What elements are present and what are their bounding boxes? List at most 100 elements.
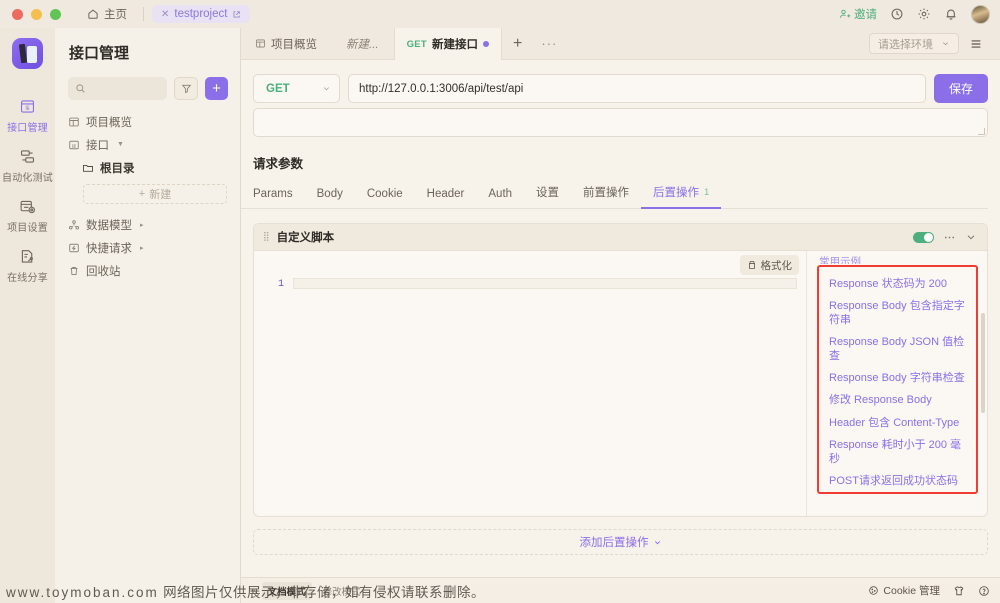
tree-item-quick-request[interactable]: 快捷请求 ▸: [55, 236, 240, 259]
snippet-item[interactable]: Response Body JSON 值检查: [819, 331, 976, 367]
sidebar-item-automation-test[interactable]: 自动化测试: [0, 141, 55, 191]
avatar[interactable]: [971, 4, 990, 24]
add-button[interactable]: +: [205, 77, 228, 100]
app-logo: [12, 38, 43, 69]
titlebar-actions: 邀请: [839, 0, 990, 28]
tab-cookie[interactable]: Cookie: [355, 184, 415, 209]
tab-new-draft[interactable]: 新建...: [332, 28, 394, 59]
cookie-manage-label: Cookie 管理: [883, 585, 940, 597]
sidebar-toolbar: +: [55, 63, 240, 100]
icon-rail: 接 接口管理 自动化测试 项目设置 在线分享: [0, 28, 55, 603]
snippet-item[interactable]: Header 包含 Content-Type: [819, 412, 976, 434]
home-tab[interactable]: 主页: [79, 3, 135, 25]
menu-button[interactable]: [959, 37, 991, 51]
project-tab-label: testproject: [174, 8, 228, 20]
method-select[interactable]: GET: [253, 74, 340, 103]
snippet-list: Response 状态码为 200 Response Body 包含指定字符串 …: [817, 265, 978, 494]
home-tab-label: 主页: [104, 9, 127, 21]
sidebar-panel: 接口管理 + 项目概览 接 接口 ▼ 根目录 + 新建 数据模型 ▸ 快捷请求 …: [55, 28, 241, 603]
edit-mode-button[interactable]: 修改模式: [317, 582, 367, 600]
tree-item-trash[interactable]: 回收站: [55, 259, 240, 282]
maximize-window-button[interactable]: [50, 8, 61, 20]
help-icon[interactable]: [978, 585, 990, 597]
overview-icon: [255, 38, 266, 49]
editor-toolbar: 格式化: [254, 251, 806, 275]
tree-item-label: 回收站: [86, 265, 121, 278]
tree-item-data-model[interactable]: 数据模型 ▸: [55, 213, 240, 236]
tab-label: 新建...: [346, 38, 379, 51]
environment-select[interactable]: 请选择环境: [869, 33, 959, 54]
tab-params[interactable]: Params: [253, 184, 305, 209]
tab-pre-operation[interactable]: 前置操作: [571, 180, 641, 209]
tab-label: 新建接口: [432, 39, 479, 51]
tab-body[interactable]: Body: [305, 184, 355, 209]
unsaved-indicator-icon: [483, 41, 490, 47]
window-controls[interactable]: [0, 8, 61, 20]
project-settings-icon: [19, 198, 36, 215]
snippet-scrollbar[interactable]: [981, 313, 985, 413]
filter-button[interactable]: [174, 77, 198, 100]
tab-new-interface[interactable]: GET 新建接口: [393, 28, 503, 60]
url-input[interactable]: http://127.0.0.1:3006/api/test/api: [348, 74, 926, 103]
snippet-item[interactable]: Response Body 字符串检查: [819, 367, 976, 389]
snippet-item[interactable]: Response Body 包含指定字符串: [819, 295, 976, 331]
tab-header[interactable]: Header: [415, 184, 477, 209]
add-post-operation-button[interactable]: 添加后置操作: [253, 529, 988, 555]
chevron-right-icon[interactable]: ▸: [140, 244, 144, 252]
tab-settings[interactable]: 设置: [524, 180, 571, 209]
tree-item-label: 接口: [86, 139, 109, 152]
snippet-item[interactable]: Response Body XML 转 JSON: [819, 492, 976, 493]
sidebar-item-api-manage[interactable]: 接 接口管理: [0, 91, 55, 141]
doc-mode-button[interactable]: 文档模式: [261, 581, 312, 600]
tab-badge: 1: [704, 186, 710, 198]
tree-item-label: 项目概览: [86, 116, 132, 129]
sidebar-item-project-settings[interactable]: 项目设置: [0, 191, 55, 241]
gear-icon[interactable]: [917, 7, 931, 21]
new-item-button[interactable]: + 新建: [83, 184, 227, 204]
editor-tabstrip: 项目概览 新建... GET 新建接口 + ··· 请选择环境: [241, 28, 1000, 60]
project-tab[interactable]: ✕ testproject: [152, 5, 251, 23]
cookie-icon: [868, 585, 879, 596]
snippet-item[interactable]: Response 耗时小于 200 毫秒: [819, 434, 976, 470]
search-input[interactable]: [68, 77, 167, 100]
script-editor[interactable]: 格式化 1: [254, 251, 807, 516]
snippet-item[interactable]: 修改 Response Body: [819, 389, 976, 411]
tree-item-overview[interactable]: 项目概览: [55, 110, 240, 133]
snippet-panel: 常用示例 Response 状态码为 200 Response Body 包含指…: [807, 251, 987, 516]
cookie-manage-button[interactable]: Cookie 管理: [868, 583, 940, 598]
sidebar-item-online-share[interactable]: 在线分享: [0, 241, 55, 291]
tab-more-button[interactable]: ···: [533, 28, 565, 59]
minimize-window-button[interactable]: [31, 8, 42, 20]
chevron-down-icon[interactable]: ▼: [117, 141, 124, 148]
format-label: 格式化: [760, 259, 793, 272]
snippet-item[interactable]: POST请求返回成功状态码: [819, 470, 976, 492]
close-window-button[interactable]: [12, 8, 23, 20]
save-button[interactable]: 保存: [934, 74, 988, 103]
trash-icon: [68, 265, 80, 277]
new-tab-button[interactable]: +: [502, 28, 533, 59]
shirt-icon[interactable]: [953, 585, 965, 597]
close-icon[interactable]: ✕: [161, 9, 169, 20]
invite-button[interactable]: 邀请: [839, 6, 877, 22]
format-button[interactable]: 格式化: [739, 255, 799, 275]
tree-item-root-folder[interactable]: 根目录: [55, 156, 240, 179]
enable-toggle[interactable]: [913, 231, 934, 243]
snippet-item[interactable]: Response 状态码为 200: [819, 273, 976, 295]
collapse-panel-icon[interactable]: «: [251, 585, 257, 596]
bell-icon[interactable]: [944, 7, 958, 21]
request-description-input[interactable]: [253, 108, 988, 137]
sync-icon[interactable]: [890, 7, 904, 21]
drag-handle-icon[interactable]: ⣿: [263, 232, 270, 241]
tab-label: 前置操作: [583, 187, 630, 199]
collapse-icon[interactable]: [965, 231, 977, 243]
tab-auth[interactable]: Auth: [476, 184, 524, 209]
tab-post-operation[interactable]: 后置操作 1: [641, 180, 722, 209]
code-input-area[interactable]: [293, 278, 797, 289]
chevron-right-icon[interactable]: ▸: [140, 221, 144, 229]
online-share-icon: [19, 248, 36, 265]
more-options-icon[interactable]: [943, 231, 956, 244]
tab-project-overview[interactable]: 项目概览: [241, 28, 332, 59]
tree-item-interface[interactable]: 接 接口 ▼: [55, 133, 240, 156]
snippet-panel-title: 常用示例: [819, 256, 861, 264]
